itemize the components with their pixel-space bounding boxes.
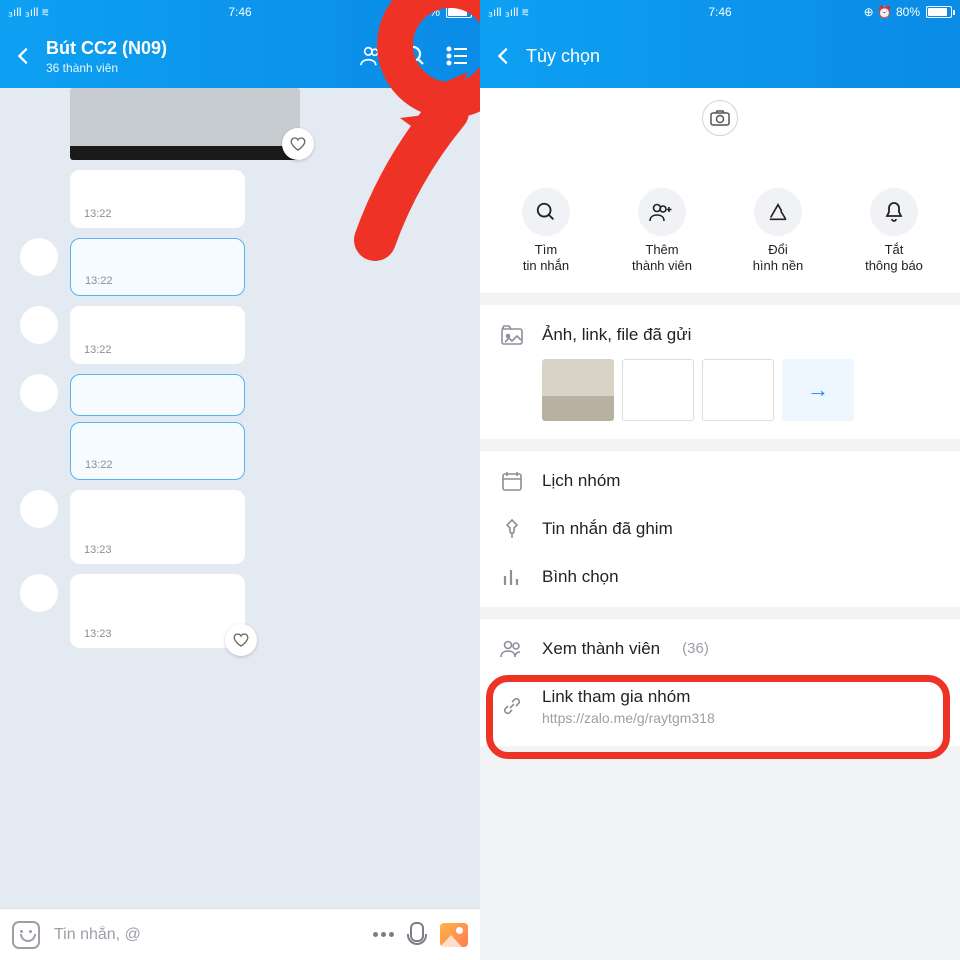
action-label: Đổihình nền — [753, 242, 804, 275]
message-time: 13:22 — [84, 344, 231, 356]
row-calendar[interactable]: Lịch nhóm — [480, 457, 960, 505]
status-bar: ₃ıll ₃ıll ⩳ 7:46 ⏰ 80% — [0, 0, 480, 24]
row-label: Tin nhắn đã ghim — [542, 519, 673, 539]
message-time: 13:23 — [84, 628, 231, 640]
action-add-member[interactable]: Thêmthành viên — [604, 188, 720, 275]
avatar[interactable] — [20, 306, 58, 344]
message-bubble[interactable]: 13:22 — [70, 238, 480, 296]
message-bubble[interactable]: 13:22 — [70, 170, 480, 228]
alarm-icon: ⊕ ⏰ — [864, 5, 892, 19]
row-label: Ảnh, link, file đã gửi — [542, 325, 691, 345]
row-label: Bình chọn — [542, 567, 619, 587]
message-bubble[interactable] — [70, 374, 480, 416]
message-time: 13:22 — [84, 208, 231, 220]
media-more-button[interactable]: → — [782, 359, 854, 421]
poll-icon — [500, 568, 524, 586]
options-title: Tùy chọn — [526, 46, 600, 67]
battery-pct: 80% — [896, 5, 920, 19]
voice-button[interactable] — [408, 922, 426, 948]
message-list[interactable]: 13:22 13:22 13:22 13:22 13:23 13:23 — [0, 88, 480, 908]
options-icon[interactable] — [444, 43, 470, 69]
media-icon — [500, 325, 524, 345]
message-input[interactable] — [54, 926, 359, 944]
row-label: Xem thành viên — [542, 639, 660, 659]
message-bubble[interactable]: 13:22 — [70, 422, 480, 480]
add-member-icon[interactable] — [360, 43, 386, 69]
row-media[interactable]: Ảnh, link, file đã gửi — [480, 311, 960, 359]
more-button[interactable] — [373, 932, 394, 937]
avatar[interactable] — [20, 490, 58, 528]
message-time: 13:22 — [85, 275, 230, 287]
action-label: Tìmtin nhắn — [523, 242, 569, 275]
status-time: 7:46 — [708, 5, 731, 19]
action-change-wallpaper[interactable]: Đổihình nền — [720, 188, 836, 275]
back-button[interactable] — [10, 42, 38, 70]
like-button[interactable] — [225, 624, 257, 656]
options-header: Tùy chọn — [480, 24, 960, 88]
row-poll[interactable]: Bình chọn — [480, 553, 960, 601]
gallery-button[interactable] — [440, 923, 468, 947]
row-members[interactable]: Xem thành viên (36) — [480, 625, 960, 673]
battery-icon — [926, 6, 952, 18]
pin-icon — [500, 519, 524, 539]
input-bar — [0, 908, 480, 960]
back-button[interactable] — [490, 42, 518, 70]
chat-subtitle: 36 thành viên — [46, 61, 360, 75]
image-message[interactable] — [70, 88, 300, 160]
battery-icon — [446, 6, 472, 18]
battery-pct: 80% — [416, 5, 440, 19]
action-search-messages[interactable]: Tìmtin nhắn — [488, 188, 604, 275]
avatar[interactable] — [20, 238, 58, 276]
camera-button[interactable] — [702, 100, 738, 136]
message-time: 13:22 — [85, 459, 230, 471]
like-button[interactable] — [282, 128, 314, 160]
search-icon[interactable] — [402, 43, 428, 69]
sticker-button[interactable] — [12, 921, 40, 949]
media-thumb[interactable] — [542, 359, 614, 421]
alarm-icon: ⏰ — [397, 5, 412, 19]
calendar-icon — [500, 471, 524, 491]
message-bubble[interactable]: 13:23 — [70, 490, 480, 564]
action-label: Thêmthành viên — [632, 242, 692, 275]
signal-text: ₃ıll ₃ıll ⩳ — [8, 5, 49, 20]
action-label: Tắtthông báo — [865, 242, 923, 275]
status-bar: ₃ıll ₃ıll ⩳ 7:46 ⊕ ⏰ 80% — [480, 0, 960, 24]
chat-title: Bút CC2 (N09) — [46, 38, 360, 59]
chat-header: Bút CC2 (N09) 36 thành viên — [0, 24, 480, 88]
members-icon — [500, 640, 524, 658]
annotation-highlight — [486, 675, 950, 759]
row-label: Lịch nhóm — [542, 471, 620, 491]
message-bubble[interactable]: 13:23 — [70, 574, 480, 648]
media-thumb[interactable] — [622, 359, 694, 421]
message-time: 13:23 — [84, 544, 231, 556]
members-count: (36) — [682, 640, 709, 657]
media-thumb[interactable] — [702, 359, 774, 421]
row-pinned[interactable]: Tin nhắn đã ghim — [480, 505, 960, 553]
avatar[interactable] — [20, 574, 58, 612]
action-mute-notifications[interactable]: Tắtthông báo — [836, 188, 952, 275]
status-time: 7:46 — [228, 5, 251, 19]
avatar[interactable] — [20, 374, 58, 412]
message-bubble[interactable]: 13:22 — [70, 306, 480, 364]
